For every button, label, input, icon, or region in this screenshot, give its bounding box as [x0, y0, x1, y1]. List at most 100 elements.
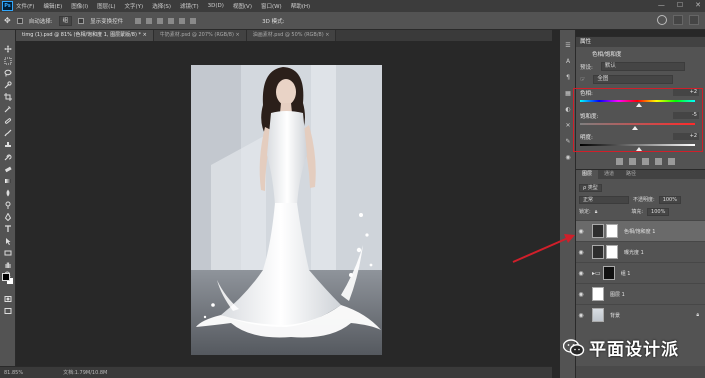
path-selection-icon[interactable] — [3, 236, 13, 245]
zoom-level[interactable]: 81.85% — [4, 370, 23, 376]
screen-mode-icon[interactable] — [3, 306, 13, 315]
fill-input[interactable]: 100% — [647, 207, 670, 216]
preset-select[interactable]: 默认 — [600, 62, 685, 71]
tab-channels[interactable]: 通道 — [598, 170, 620, 179]
layer-name[interactable]: 曝光度 1 — [624, 249, 644, 256]
lock-icon[interactable]: 🔒︎ — [595, 209, 598, 215]
menu-select[interactable]: 选择(S) — [152, 2, 171, 10]
menu-help[interactable]: 帮助(H) — [291, 2, 310, 10]
layer-filter-select[interactable]: ρ 类型 — [579, 183, 602, 192]
menu-filter[interactable]: 滤镜(T) — [180, 2, 199, 10]
align-right-icon[interactable] — [190, 17, 197, 24]
reset-icon[interactable] — [642, 158, 649, 165]
dodge-icon[interactable] — [3, 200, 13, 209]
blend-mode-select[interactable]: 正常 — [579, 195, 629, 204]
auto-select-checkbox[interactable] — [16, 17, 23, 24]
photoshop-logo[interactable]: Ps — [2, 1, 13, 11]
move-tool-icon[interactable]: ✥ — [4, 16, 11, 25]
brushes-icon[interactable]: ✎ — [563, 136, 573, 146]
marquee-icon[interactable] — [3, 56, 13, 65]
hand-icon[interactable] — [3, 260, 13, 269]
hand-target-icon[interactable]: ☞ — [580, 76, 585, 83]
search-icon[interactable] — [657, 15, 667, 25]
tab-paths[interactable]: 路径 — [620, 170, 642, 179]
history-icon[interactable]: ☰ — [563, 40, 573, 50]
character-icon[interactable]: A — [563, 56, 573, 66]
styles-icon[interactable]: ✕ — [563, 120, 573, 130]
blur-icon[interactable] — [3, 188, 13, 197]
close-button[interactable]: ✕ — [695, 1, 701, 9]
brush-icon[interactable] — [3, 128, 13, 137]
minimize-button[interactable]: — — [658, 1, 665, 9]
adjustments-icon[interactable]: ◐ — [563, 104, 573, 114]
layer-row[interactable]: ◉ 背景 🔒︎ — [576, 304, 705, 325]
eye-icon[interactable]: ◉ — [576, 249, 586, 256]
menu-image[interactable]: 图像(I) — [71, 2, 88, 10]
opacity-input[interactable]: 100% — [658, 195, 681, 204]
align-bottom-icon[interactable] — [157, 17, 164, 24]
view-previous-icon[interactable] — [629, 158, 636, 165]
document-image[interactable] — [191, 65, 382, 355]
tab-milk-material[interactable]: 牛奶素材.psd @ 207% (RGB/8) × — [153, 30, 247, 41]
eye-icon[interactable]: ◉ — [576, 228, 586, 235]
channel-select[interactable]: 全图 — [593, 75, 674, 84]
show-transform-checkbox[interactable] — [78, 17, 85, 24]
history-brush-icon[interactable] — [3, 152, 13, 161]
menu-view[interactable]: 视图(V) — [233, 2, 252, 10]
layer-name[interactable]: 背景 — [610, 312, 620, 319]
clip-to-layer-icon[interactable] — [616, 158, 623, 165]
align-left-icon[interactable] — [168, 17, 175, 24]
layer-mask-thumbnail[interactable] — [606, 224, 618, 238]
crop-icon[interactable] — [3, 92, 13, 101]
maximize-button[interactable]: ☐ — [677, 1, 683, 9]
eye-icon[interactable]: ◉ — [576, 270, 586, 277]
align-top-icon[interactable] — [135, 17, 142, 24]
move-icon[interactable] — [3, 44, 13, 53]
layer-row[interactable]: ◉ 图层 1 — [576, 283, 705, 304]
menu-layer[interactable]: 图层(L) — [97, 2, 115, 10]
paragraph-icon[interactable]: ¶ — [563, 72, 573, 82]
foreground-color-swatch[interactable] — [2, 273, 10, 281]
eraser-icon[interactable] — [3, 164, 13, 173]
group-mask-thumbnail[interactable] — [602, 266, 615, 280]
menu-type[interactable]: 文字(Y) — [125, 2, 144, 10]
layer-row[interactable]: ◉ ▸▭ 组 1 — [576, 262, 705, 283]
eye-icon[interactable]: ◉ — [576, 312, 586, 319]
eyedropper-icon[interactable] — [3, 104, 13, 113]
pen-icon[interactable] — [3, 212, 13, 221]
layer-row[interactable]: ◉ 曝光度 1 — [576, 241, 705, 262]
align-middle-icon[interactable] — [146, 17, 153, 24]
layer-mask-thumbnail[interactable] — [606, 245, 618, 259]
menu-edit[interactable]: 编辑(E) — [43, 2, 62, 10]
channels-icon[interactable]: ◉ — [563, 152, 573, 162]
canvas-area[interactable] — [16, 41, 552, 366]
visibility-icon[interactable] — [655, 158, 662, 165]
menu-file[interactable]: 文件(F) — [16, 2, 34, 10]
delete-adjustment-icon[interactable] — [668, 158, 675, 165]
tab-timg[interactable]: timg (1).psd @ 81% (色相/饱和度 1, 图层蒙版/8) * … — [16, 30, 154, 41]
layer-name[interactable]: 图层 1 — [610, 291, 625, 298]
tab-layers[interactable]: 图层 — [576, 170, 599, 179]
layer-row[interactable]: ◉ 色相/饱和度 1 — [576, 220, 705, 241]
layer-name[interactable]: 色相/饱和度 1 — [624, 228, 655, 235]
tab-oil-material[interactable]: 油画素材.psd @ 50% (RGB/8) × — [246, 30, 337, 41]
quick-select-icon[interactable] — [3, 80, 13, 89]
healing-brush-icon[interactable] — [3, 116, 13, 125]
layer-name[interactable]: 组 1 — [621, 270, 631, 277]
eye-icon[interactable]: ◉ — [576, 291, 586, 298]
workspace-icon[interactable] — [673, 15, 683, 25]
menu-window[interactable]: 窗口(W) — [261, 2, 282, 10]
rectangle-icon[interactable] — [3, 248, 13, 257]
properties-header[interactable]: 属性 — [576, 37, 705, 47]
menu-3d[interactable]: 3D(D) — [208, 3, 224, 9]
share-icon[interactable] — [689, 15, 699, 25]
clone-stamp-icon[interactable] — [3, 140, 13, 149]
lasso-icon[interactable] — [3, 68, 13, 77]
type-icon[interactable] — [3, 224, 13, 233]
gradient-icon[interactable] — [3, 176, 13, 185]
align-center-icon[interactable] — [179, 17, 186, 24]
auto-select-dropdown[interactable]: 组 — [58, 15, 73, 26]
document-size[interactable]: 文档:1.79M/10.8M — [63, 369, 107, 376]
swatches-icon[interactable]: ▦ — [563, 88, 573, 98]
quick-mask-icon[interactable] — [3, 294, 13, 303]
